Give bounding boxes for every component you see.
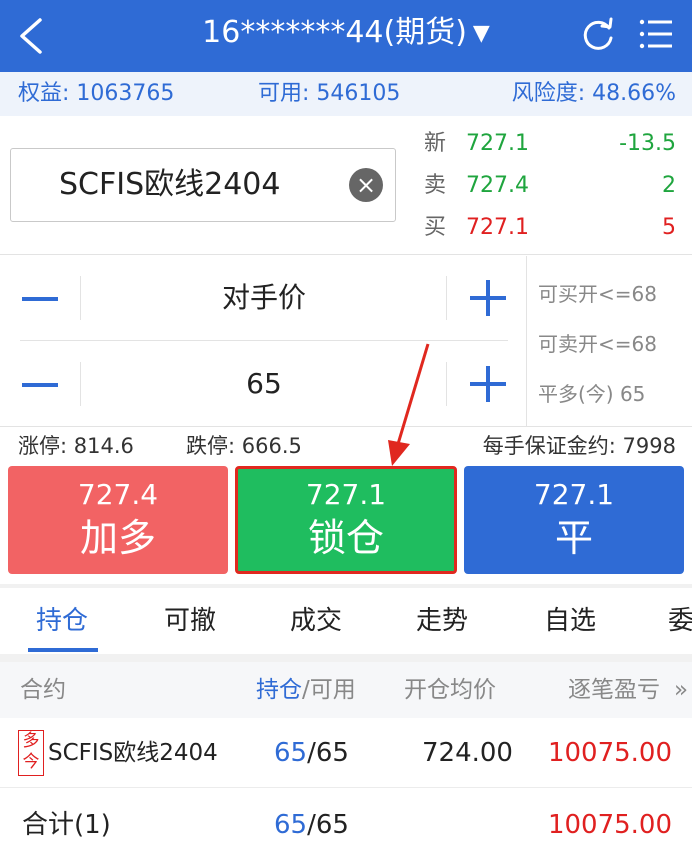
col-position-main: 持仓 [256,677,302,703]
limit-up: 涨停: 814.6 [18,434,134,458]
divider [0,254,692,255]
tab-watchlist[interactable]: 自选 [544,588,596,654]
annotation-arrow-icon [388,343,430,466]
col-pnl[interactable]: 逐笔盈亏 [568,662,660,718]
close-position-button[interactable]: 727.1 平 [464,466,684,574]
risk-value: 风险度: 48.66% [511,81,676,106]
lock-position-button[interactable]: 727.1 锁仓 [235,466,457,574]
contract-input[interactable]: SCFIS欧线2404 × [10,148,396,222]
table-total-row: 合计(1) 65/65 10075.00 [0,790,692,854]
quote-label: 新 [424,131,447,156]
total-pnl: 10075.00 [547,810,672,840]
quote-change: -13.5 [619,131,676,156]
quote-ask[interactable]: 卖 727.4 2 [424,166,676,206]
add-long-label: 加多 [79,516,156,560]
quote-label: 买 [424,215,447,240]
minus-icon[interactable] [22,383,58,387]
contract-input-text: SCFIS欧线2404 [59,167,281,202]
divider [446,362,447,406]
clear-icon[interactable]: × [349,168,383,202]
margin-per-lot: 每手保证金约: 7998 [482,434,676,458]
add-long-button[interactable]: 727.4 加多 [8,466,228,574]
quote-price: 727.1 [466,131,529,156]
caret-down-icon: ▼ [472,21,490,46]
sell-open-limit: 可卖开<=68 [538,332,657,356]
quote-label: 卖 [424,173,447,198]
tab-chart[interactable]: 走势 [416,588,468,654]
list-menu-icon[interactable] [636,14,676,54]
limit-down: 跌停: 666.5 [186,434,302,458]
quote-price: 727.1 [466,215,529,240]
row-contract: SCFIS欧线2404 [48,740,218,766]
plus-icon[interactable] [470,280,506,316]
col-position[interactable]: 持仓/可用 [256,662,356,718]
divider [526,256,527,426]
divider [446,276,447,320]
quote-volume: 5 [662,215,676,240]
row-avail: /65 [307,738,349,768]
buy-open-limit: 可买开<=68 [538,282,657,306]
quote-last: 新 727.1 -13.5 [424,124,676,164]
close-label: 平 [554,516,593,560]
price-limits-bar: 涨停: 814.6 跌停: 666.5 每手保证金约: 7998 [0,428,692,464]
tab-positions[interactable]: 持仓 [36,588,88,654]
row-position: 65/65 [274,718,349,788]
total-position: 65/65 [274,790,349,854]
equity-value: 权益: 1063765 [18,81,175,106]
divider [80,362,81,406]
table-row[interactable]: 多 今 SCFIS欧线2404 65/65 724.00 10075.00 [0,718,692,788]
available-value: 可用: 546105 [258,81,401,106]
close-price: 727.1 [533,478,615,511]
refresh-icon[interactable] [578,14,618,54]
price-stepper: 对手价 [0,256,508,340]
quote-price: 727.4 [466,173,529,198]
col-avg-price[interactable]: 开仓均价 [404,662,496,718]
tab-orders[interactable]: 委 [668,588,692,654]
row-pnl: 10075.00 [547,738,672,768]
section-gap [0,654,692,662]
row-avg-price: 724.00 [422,738,513,768]
minus-icon[interactable] [22,297,58,301]
total-label: 合计(1) [22,810,111,840]
badge-top: 多 [22,731,40,751]
quote-volume: 2 [662,173,676,198]
price-mode-field[interactable]: 对手价 [82,256,446,340]
long-today-badge: 多 今 [18,730,44,776]
col-position-avail: /可用 [302,677,356,703]
app-header: 16*******44(期货) ▼ [0,0,692,72]
lock-price: 727.1 [305,478,387,511]
quote-bid[interactable]: 买 727.1 5 [424,208,676,248]
badge-bottom: 今 [22,752,40,772]
total-pos: 65 [274,810,308,840]
tab-cancellable[interactable]: 可撤 [164,588,216,654]
tab-trades[interactable]: 成交 [290,588,342,654]
add-long-price: 727.4 [77,478,159,511]
account-summary-bar: 权益: 1063765 可用: 546105 风险度: 48.66% [0,72,692,116]
divider [0,426,692,427]
more-columns-icon[interactable]: » [674,662,688,718]
col-contract: 合约 [20,677,66,703]
close-long-today: 平多(今) 65 [538,382,646,406]
active-tab-indicator [28,648,98,652]
row-pos: 65 [274,738,308,768]
plus-icon[interactable] [470,366,506,402]
account-title: 16*******44(期货) [202,15,467,50]
positions-table-header: 合约 持仓/可用 开仓均价 逐笔盈亏 » [0,662,692,718]
divider [80,276,81,320]
tab-bar: 持仓 可撤 成交 走势 自选 委 [0,588,692,654]
total-avail: /65 [307,810,349,840]
lock-label: 锁仓 [307,516,384,560]
